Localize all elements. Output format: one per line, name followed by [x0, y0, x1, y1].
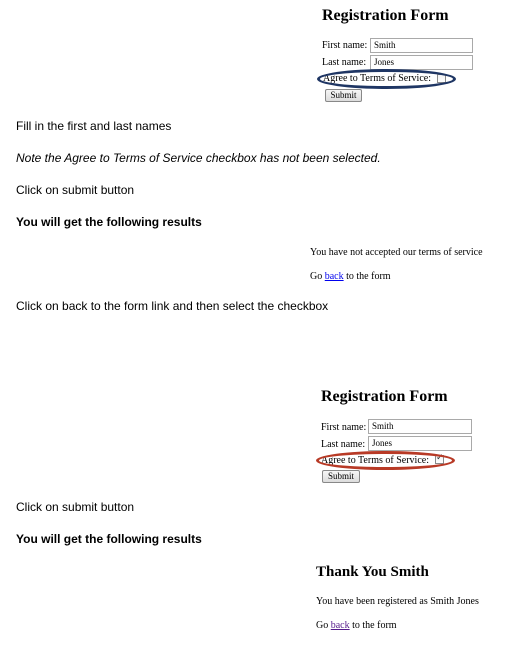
- submit-button[interactable]: Submit: [325, 89, 362, 102]
- back-link[interactable]: back: [325, 271, 344, 282]
- last-name-label: Last name:: [321, 439, 366, 450]
- highlight-ellipse: [316, 451, 455, 470]
- terms-not-accepted-message: You have not accepted our terms of servi…: [310, 247, 483, 258]
- instruction-click-submit: Click on submit button: [16, 500, 135, 514]
- back-link[interactable]: back: [331, 620, 350, 631]
- instruction-click-submit: Click on submit button: [16, 183, 135, 197]
- highlight-ellipse: [317, 69, 456, 89]
- results-heading: You will get the following results: [16, 532, 202, 546]
- form-title: Registration Form: [322, 7, 449, 24]
- registered-message: You have been registered as Smith Jones: [316, 596, 479, 607]
- go-text: Go: [310, 271, 323, 282]
- submit-button[interactable]: Submit: [322, 470, 360, 483]
- form-title: Registration Form: [321, 388, 448, 405]
- last-name-input[interactable]: Jones: [368, 436, 472, 451]
- first-name-input[interactable]: Smith: [370, 38, 473, 53]
- last-name-label: Last name:: [322, 57, 367, 68]
- instruction-back-and-check: Click on back to the form link and then …: [16, 299, 329, 313]
- results-heading: You will get the following results: [16, 215, 202, 229]
- instruction-fill-names: Fill in the first and last names: [16, 119, 172, 133]
- first-name-label: First name:: [321, 422, 367, 433]
- go-text: Go: [316, 620, 329, 631]
- thank-you-heading: Thank You Smith: [316, 564, 429, 580]
- first-name-input[interactable]: Smith: [368, 419, 472, 434]
- back-to-form-line: Go back to the form: [310, 271, 391, 282]
- to-form-text: to the form: [346, 271, 391, 282]
- first-name-label: First name:: [322, 40, 368, 51]
- to-form-text: to the form: [352, 620, 397, 631]
- note-checkbox-not-selected: Note the Agree to Terms of Service check…: [16, 151, 381, 165]
- last-name-input[interactable]: Jones: [370, 55, 473, 70]
- back-to-form-line: Go back to the form: [316, 620, 397, 631]
